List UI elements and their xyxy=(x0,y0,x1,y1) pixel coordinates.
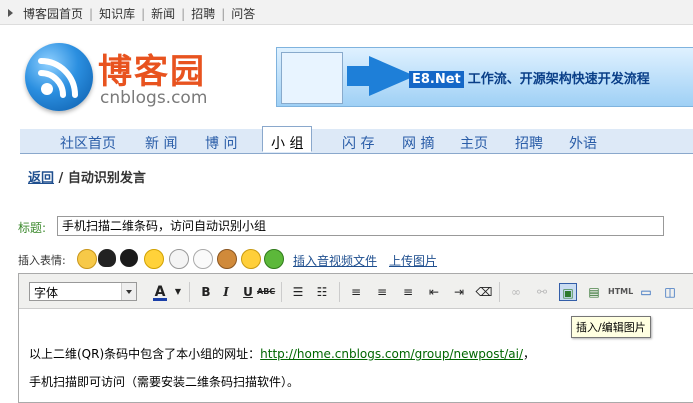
breadcrumb: 返回 / 自动识别发言 xyxy=(28,171,146,186)
tab-bookmarks[interactable]: 网 摘 xyxy=(402,133,434,153)
italic-button[interactable]: I xyxy=(217,283,235,301)
tab-community-home[interactable]: 社区首页 xyxy=(60,133,116,153)
cat-emoticon-icon[interactable] xyxy=(120,249,138,267)
grin-emoticon-icon[interactable] xyxy=(144,249,164,269)
tab-jobs[interactable]: 招聘 xyxy=(515,133,543,153)
align-center-icon[interactable]: ≡ xyxy=(373,283,391,301)
unlink-icon[interactable]: ⚯ xyxy=(533,283,551,301)
insert-media-icon[interactable]: ▤ xyxy=(585,283,603,301)
ad-banner[interactable]: E8.Net 工作流、开源架构快速开发流程 xyxy=(276,47,693,107)
arrow-right-icon xyxy=(8,9,13,17)
editor-toolbar: 字体 A ▼ B I U ABC ☰ ☷ ≡ ≡ ≡ ⇤ ⇥ ⌫ ∞ ⚯ ▣ ▤… xyxy=(19,274,693,309)
frog-emoticon-icon[interactable] xyxy=(264,249,284,269)
banner-text: E8.Net 工作流、开源架构快速开发流程 xyxy=(409,68,650,88)
breadcrumb-current: 自动识别发言 xyxy=(67,171,146,186)
font-select[interactable]: 字体 xyxy=(29,282,137,301)
tab-language[interactable]: 外语 xyxy=(569,133,597,153)
monkey-emoticon-icon[interactable] xyxy=(217,249,237,269)
rich-text-editor[interactable]: 字体 A ▼ B I U ABC ☰ ☷ ≡ ≡ ≡ ⇤ ⇥ ⌫ ∞ ⚯ ▣ ▤… xyxy=(18,273,693,403)
emoticon-label: 插入表情: xyxy=(18,254,66,267)
tab-news[interactable]: 新 闻 xyxy=(145,133,177,153)
tab-ask[interactable]: 博 问 xyxy=(205,133,237,153)
tab-flash[interactable]: 闪 存 xyxy=(342,133,374,153)
top-link-home[interactable]: 博客园首页 xyxy=(17,5,89,22)
smile-emoticon-icon[interactable] xyxy=(77,249,97,269)
ghost-emoticon-icon[interactable] xyxy=(169,249,189,269)
preview-icon[interactable]: ▭ xyxy=(637,283,655,301)
link-icon[interactable]: ∞ xyxy=(507,283,525,301)
font-color-dropdown-icon[interactable]: ▼ xyxy=(169,283,187,301)
insert-image-button[interactable]: ▣ xyxy=(559,283,577,301)
top-link-jobs[interactable]: 招聘 xyxy=(185,5,221,22)
rss-logo-icon[interactable] xyxy=(25,43,93,111)
tooltip: 插入/编辑图片 xyxy=(571,316,651,338)
group-url-link[interactable]: http://home.cnblogs.com/group/newpost/ai… xyxy=(260,347,523,361)
workflow-grid-icon xyxy=(281,52,343,104)
strikethrough-button[interactable]: ABC xyxy=(257,283,275,301)
html-source-button[interactable]: HTML xyxy=(608,283,633,301)
chevron-down-icon xyxy=(121,283,136,300)
tab-mypage[interactable]: 主页 xyxy=(460,133,488,153)
laugh-emoticon-icon[interactable] xyxy=(241,249,261,269)
align-left-icon[interactable]: ≡ xyxy=(347,283,365,301)
back-link[interactable]: 返回 xyxy=(28,171,54,186)
insert-av-link[interactable]: 插入音视频文件 xyxy=(293,252,377,269)
fullscreen-icon[interactable]: ◫ xyxy=(661,283,679,301)
content-line-2: 手机扫描即可访问（需要安装二维条码扫描软件）。 xyxy=(29,375,300,389)
brand-name-en: cnblogs.com xyxy=(100,88,208,108)
title-input[interactable]: 手机扫描二维条码，访问自动识别小组 xyxy=(57,216,664,236)
font-color-icon[interactable]: A xyxy=(151,283,169,301)
indent-icon[interactable]: ⇥ xyxy=(450,283,468,301)
brand-name-cn: 博客园 xyxy=(98,52,206,92)
main-nav: 社区首页 新 闻 博 问 小 组 闪 存 网 摘 主页 招聘 外语 xyxy=(20,126,693,154)
editor-content[interactable]: 以上二维(QR)条码中包含了本小组的网址：http://home.cnblogs… xyxy=(29,346,535,402)
underline-button[interactable]: U xyxy=(239,283,257,301)
top-link-qa[interactable]: 问答 xyxy=(225,5,261,22)
title-label: 标题: xyxy=(18,221,47,235)
top-link-kb[interactable]: 知识库 xyxy=(93,5,141,22)
bullet-list-icon[interactable]: ☰ xyxy=(289,283,307,301)
bold-button[interactable]: B xyxy=(197,283,215,301)
penguin-emoticon-icon[interactable] xyxy=(98,249,116,267)
top-link-news[interactable]: 新闻 xyxy=(145,5,181,22)
tab-groups[interactable]: 小 组 xyxy=(262,126,313,152)
align-right-icon[interactable]: ≡ xyxy=(399,283,417,301)
banner-arrow-bar xyxy=(347,66,371,86)
eraser-icon[interactable]: ⌫ xyxy=(475,283,493,301)
numbered-list-icon[interactable]: ☷ xyxy=(313,283,331,301)
outdent-icon[interactable]: ⇤ xyxy=(425,283,443,301)
upload-image-link[interactable]: 上传图片 xyxy=(389,252,437,269)
rabbit-emoticon-icon[interactable] xyxy=(193,249,213,269)
top-bar: 博客园首页 | 知识库 | 新闻 | 招聘 | 问答 xyxy=(0,0,693,25)
top-links: 博客园首页 | 知识库 | 新闻 | 招聘 | 问答 xyxy=(8,5,261,22)
